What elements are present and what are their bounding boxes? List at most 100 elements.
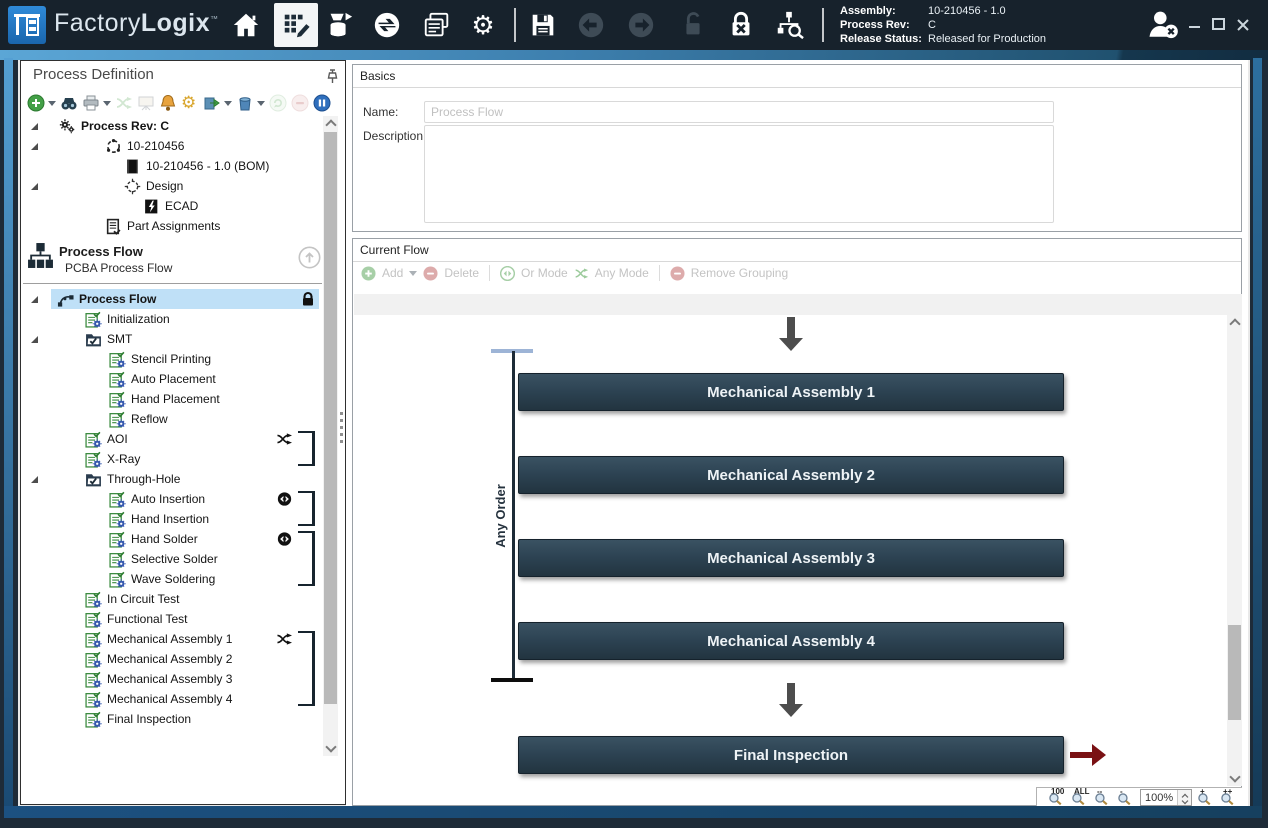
close-button[interactable] (1232, 14, 1254, 36)
delete-caret-icon[interactable] (257, 101, 265, 106)
or-mode-icon[interactable] (500, 266, 515, 281)
flow-canvas[interactable]: Any Order Mechanical Assembly 1Mechanica… (354, 294, 1242, 786)
scroll-up-button[interactable] (323, 116, 338, 131)
expander-icon[interactable] (31, 123, 38, 130)
add-icon[interactable] (27, 94, 45, 112)
scrollbar-thumb[interactable] (1228, 625, 1241, 720)
tree-item-selective-solder[interactable]: Selective Solder (21, 549, 321, 569)
lock-delete-button[interactable] (726, 10, 756, 40)
tree-item-final-inspection[interactable]: Final Inspection (21, 709, 321, 729)
zoom-out-button[interactable]: - (1117, 789, 1135, 806)
flow-box-mechanical-assembly-1[interactable]: Mechanical Assembly 1 (518, 373, 1064, 411)
tree-item-smt[interactable]: SMT (21, 329, 321, 349)
expander-icon[interactable] (31, 183, 38, 190)
remove-grouping-button[interactable]: Remove Grouping (691, 266, 788, 280)
tree-item-initialization[interactable]: Initialization (21, 309, 321, 329)
process-definition-button[interactable] (274, 3, 318, 47)
print-caret-icon[interactable] (103, 101, 111, 106)
tree-item-10-210456-1-0-bom[interactable]: 10-210456 - 1.0 (BOM) (21, 156, 321, 176)
promote-icon[interactable] (298, 246, 321, 269)
zoom-in-fast-button[interactable]: ++ (1220, 789, 1238, 806)
expander-icon[interactable] (31, 476, 38, 483)
description-input[interactable] (424, 125, 1054, 223)
home-button[interactable] (231, 10, 261, 40)
tree-item-reflow[interactable]: Reflow (21, 409, 321, 429)
settings-button[interactable]: ⚙ (468, 10, 498, 40)
remove-grouping-icon[interactable] (670, 266, 685, 281)
tree-item-auto-insertion[interactable]: Auto Insertion (21, 489, 321, 509)
add-button[interactable]: Add (382, 266, 403, 280)
tree-item-process-flow[interactable]: Process Flow (21, 289, 321, 309)
scroll-down-button[interactable] (323, 741, 338, 756)
zoom-level-spinner[interactable]: 100% (1140, 789, 1192, 806)
panel-splitter[interactable] (338, 412, 344, 458)
forward-button[interactable] (626, 10, 656, 40)
add-caret-icon[interactable] (409, 271, 417, 276)
tree-item-through-hole[interactable]: Through-Hole (21, 469, 321, 489)
any-mode-icon[interactable] (574, 266, 589, 281)
settings-icon[interactable]: ⚙ (181, 94, 199, 112)
find-icon[interactable] (60, 94, 78, 112)
tree-item-stencil-printing[interactable]: Stencil Printing (21, 349, 321, 369)
back-button[interactable] (576, 10, 606, 40)
flow-box-mechanical-assembly-4[interactable]: Mechanical Assembly 4 (518, 622, 1064, 660)
tree-item-hand-placement[interactable]: Hand Placement (21, 389, 321, 409)
tree-item-10-210456[interactable]: 10-210456 (21, 136, 321, 156)
zoom-100-button[interactable]: 100 (1048, 789, 1066, 806)
deploy-caret-icon[interactable] (224, 101, 232, 106)
minimize-button[interactable] (1184, 14, 1206, 36)
tree-item-mechanical-assembly-3[interactable]: Mechanical Assembly 3 (21, 669, 321, 689)
tree-item-wave-soldering[interactable]: Wave Soldering (21, 569, 321, 589)
tree-item-ecad[interactable]: ECAD (21, 196, 321, 216)
pin-icon[interactable] (324, 68, 340, 84)
process-search-button[interactable] (774, 10, 804, 40)
flow-box-mechanical-assembly-2[interactable]: Mechanical Assembly 2 (518, 456, 1064, 494)
deploy-icon[interactable] (203, 94, 221, 112)
material-handling-button[interactable] (324, 10, 354, 40)
tree-item-design[interactable]: Design (21, 176, 321, 196)
tree-item-mechanical-assembly-1[interactable]: Mechanical Assembly 1 (21, 629, 321, 649)
any-mode-button[interactable]: Any Mode (595, 266, 649, 280)
presentation-icon[interactable] (137, 94, 155, 112)
unlock-button[interactable] (678, 10, 708, 40)
tree-item-hand-insertion[interactable]: Hand Insertion (21, 509, 321, 529)
expander-icon[interactable] (31, 296, 38, 303)
delete-icon[interactable] (423, 266, 438, 281)
bell-icon[interactable] (159, 94, 177, 112)
tree-item-mechanical-assembly-4[interactable]: Mechanical Assembly 4 (21, 689, 321, 709)
spinner-arrows[interactable] (1177, 790, 1191, 805)
sync-button[interactable] (372, 10, 402, 40)
add-icon[interactable] (361, 266, 376, 281)
tree-item-auto-placement[interactable]: Auto Placement (21, 369, 321, 389)
scrollbar-thumb[interactable] (324, 132, 337, 704)
expander-icon[interactable] (31, 143, 38, 150)
tree-item-aoi[interactable]: AOI (21, 429, 321, 449)
tree-item-hand-solder[interactable]: Hand Solder (21, 529, 321, 549)
maximize-button[interactable] (1208, 14, 1230, 36)
tree-scrollbar[interactable] (323, 116, 338, 756)
scroll-up-button[interactable] (1227, 315, 1242, 330)
flow-box-final-inspection[interactable]: Final Inspection (518, 736, 1064, 774)
refresh-icon[interactable] (269, 94, 287, 112)
canvas-scrollbar[interactable] (1227, 315, 1242, 786)
pause-icon[interactable] (313, 94, 331, 112)
documents-button[interactable] (422, 10, 452, 40)
print-icon[interactable] (82, 94, 100, 112)
delete-icon[interactable] (236, 94, 254, 112)
tree-item-in-circuit-test[interactable]: In Circuit Test (21, 589, 321, 609)
flow-box-mechanical-assembly-3[interactable]: Mechanical Assembly 3 (518, 539, 1064, 577)
delete-button[interactable]: Delete (444, 266, 479, 280)
zoom-out-fast-button[interactable]: -- (1094, 789, 1112, 806)
tree-item-x-ray[interactable]: X-Ray (21, 449, 321, 469)
tree-item-functional-test[interactable]: Functional Test (21, 609, 321, 629)
user-logout-icon[interactable] (1145, 8, 1181, 42)
save-button[interactable] (528, 10, 558, 40)
zoom-in-button[interactable]: + (1197, 789, 1215, 806)
zoom-fit-all-button[interactable]: ALL (1071, 789, 1089, 806)
name-input[interactable] (424, 101, 1054, 123)
expander-icon[interactable] (31, 336, 38, 343)
tree-item-part-assignments[interactable]: Part Assignments (21, 216, 321, 236)
tree-item-process-rev-c[interactable]: Process Rev: C (21, 116, 321, 136)
scroll-down-button[interactable] (1227, 771, 1242, 786)
add-caret-icon[interactable] (48, 101, 56, 106)
